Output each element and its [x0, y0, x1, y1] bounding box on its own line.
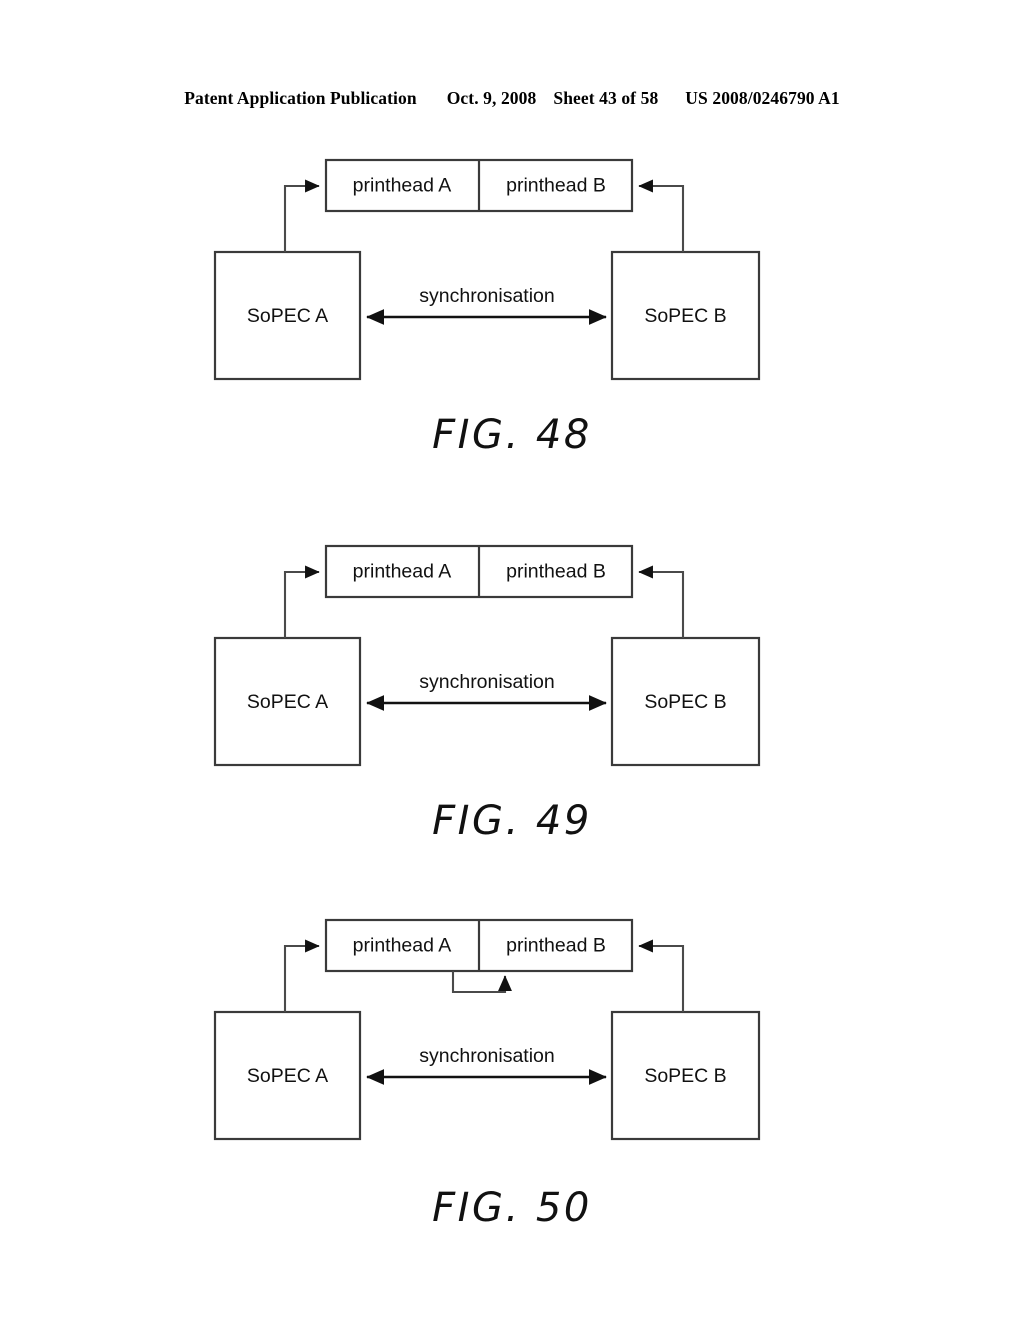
sopec-a-label: SoPEC A — [247, 1065, 328, 1087]
synchronisation-label: synchronisation — [419, 1045, 555, 1067]
figure-49-caption: FIG. 49 — [432, 798, 592, 844]
figure-50-caption: FIG. 50 — [432, 1185, 592, 1231]
sopec-a-label: SoPEC A — [247, 305, 328, 327]
figure-48: printhead A printhead B SoPEC A SoPEC B … — [0, 140, 1024, 458]
synchronisation-label: synchronisation — [419, 671, 555, 693]
figure-50-diagram: printhead A printhead B SoPEC A SoPEC B … — [213, 918, 761, 1141]
figure-49-diagram: printhead A printhead B SoPEC A SoPEC B … — [213, 544, 761, 767]
sopec-b-label: SoPEC B — [644, 305, 726, 327]
sopec-b-label: SoPEC B — [644, 691, 726, 713]
figure-49: printhead A printhead B SoPEC A SoPEC B … — [0, 526, 1024, 844]
printhead-b-label: printhead B — [506, 175, 606, 197]
connector-sopec-b-to-printhead-b — [638, 565, 685, 638]
printhead-a-label: printhead A — [353, 935, 452, 957]
header-patent-number: US 2008/0246790 A1 — [685, 88, 840, 108]
connector-sopec-b-to-printhead-b — [638, 179, 685, 252]
connector-sopec-a-to-printhead-a — [283, 939, 320, 1012]
figure-48-diagram: printhead A printhead B SoPEC A SoPEC B … — [213, 158, 761, 381]
figure-48-caption: FIG. 48 — [432, 412, 592, 458]
sopec-b-label: SoPEC B — [644, 1065, 726, 1087]
connector-sopec-b-to-printhead-b — [638, 939, 685, 1012]
connector-sopec-a-to-printhead-a — [283, 179, 320, 252]
synchronisation-label: synchronisation — [419, 285, 555, 307]
connector-sopec-a-to-printhead-a — [283, 565, 320, 638]
header-sheet-number: Sheet 43 of 58 — [553, 88, 659, 108]
sopec-a-label: SoPEC A — [247, 691, 328, 713]
header-publication-date: Oct. 9, 2008 — [446, 88, 537, 108]
printhead-b-label: printhead B — [506, 561, 606, 583]
figure-50: printhead A printhead B SoPEC A SoPEC B … — [0, 900, 1024, 1231]
printhead-a-label: printhead A — [353, 561, 452, 583]
page-header: Patent Application Publication Oct. 9, 20… — [0, 88, 1024, 109]
printhead-a-label: printhead A — [353, 175, 452, 197]
connector-printhead-a-to-printhead-b — [451, 971, 512, 994]
printhead-b-label: printhead B — [506, 935, 606, 957]
header-publication-title: Patent Application Publication — [184, 88, 417, 108]
